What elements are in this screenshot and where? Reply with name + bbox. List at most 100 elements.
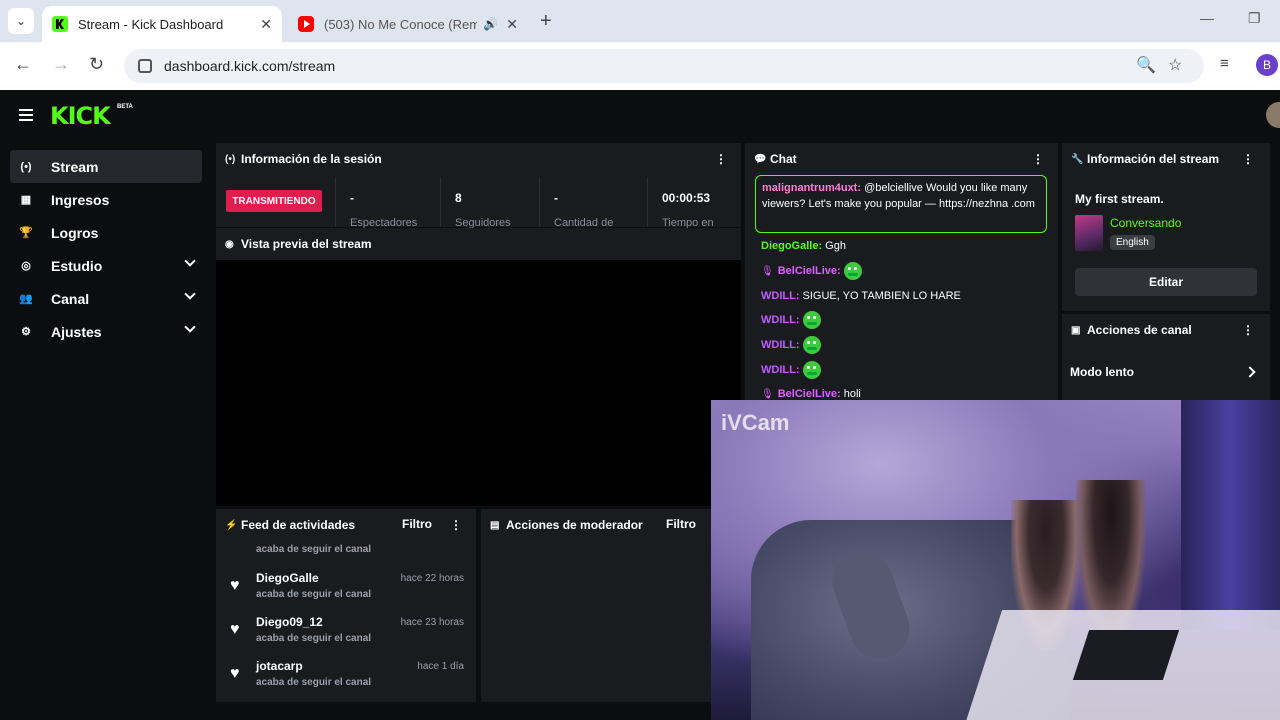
site-info-icon[interactable] — [138, 59, 152, 73]
tab-search-button[interactable]: ⌄ — [8, 8, 34, 34]
chat-username[interactable]: WDILL: — [761, 339, 799, 351]
feed-user[interactable]: DiegoGalle — [256, 571, 319, 585]
forward-icon[interactable]: → — [52, 54, 70, 75]
gear-icon: ⚙ — [21, 326, 31, 338]
chat-panel: 💬 Chat ⋮ malignantrum4uxt: @belciellive … — [745, 143, 1058, 403]
panel-header: (•) Información de la sesión — [216, 143, 741, 175]
close-tab-icon[interactable]: ✕ — [506, 16, 518, 33]
panel-title: Acciones de moderador — [506, 518, 643, 532]
profile-avatar[interactable]: B — [1256, 54, 1278, 76]
keyboard — [1072, 630, 1180, 680]
stream-preview-video[interactable] — [216, 260, 741, 506]
tab-title: (503) No Me Conoce (Remix — [324, 16, 478, 32]
activity-feed-panel: ⚡ Feed de actividades Filtro ⋮ acaba de … — [216, 509, 476, 702]
tab-youtube[interactable]: (503) No Me Conoce (Remix 🔊 ✕ — [288, 6, 528, 42]
users-icon: 👥 — [19, 293, 33, 305]
chat-username[interactable]: WDILL: — [761, 314, 799, 326]
chat-text: Ggh — [822, 240, 846, 252]
panel-header: ▤ Acciones de moderador — [481, 509, 741, 541]
chat-message: 🎙 BelCielLive: — [761, 262, 862, 280]
chat-bubble-icon: 💬 — [754, 153, 767, 165]
sidebar-item-label: Canal — [51, 290, 90, 307]
chat-username[interactable]: BelCielLive: — [778, 388, 841, 400]
user-avatar[interactable] — [1266, 102, 1280, 128]
audio-playing-icon[interactable]: 🔊 — [483, 17, 498, 31]
broadcast-icon: (•) — [225, 153, 236, 165]
chat-username[interactable]: malignantrum4uxt: — [762, 182, 861, 194]
language-badge: English — [1110, 235, 1155, 250]
chat-message: WDILL: SIGUE, YO TAMBIEN LO HARE — [761, 288, 961, 304]
minimize-icon[interactable]: — — [1200, 10, 1214, 26]
chat-username[interactable]: WDILL: — [761, 290, 799, 302]
kick-logo[interactable]: KICK — [50, 102, 111, 130]
webcam-overlay[interactable]: iVCam — [711, 400, 1280, 720]
feed-user[interactable]: jotacarp — [256, 659, 303, 673]
stat-value: 00:00:53 — [662, 191, 711, 205]
close-tab-icon[interactable]: ✕ — [260, 16, 272, 33]
sidebar-item-label: Ajustes — [51, 323, 102, 340]
youtube-favicon-icon — [298, 16, 314, 32]
filter-button[interactable]: Filtro — [666, 517, 696, 531]
panel-title: Feed de actividades — [241, 518, 356, 532]
bookmark-star-icon[interactable]: ☆ — [1168, 55, 1182, 75]
more-options-icon[interactable]: ⋮ — [715, 152, 727, 166]
studio-icon: ◎ — [21, 260, 31, 272]
feed-user[interactable]: Diego09_12 — [256, 615, 323, 629]
feed-item: ♥ Diego09_12 acaba de seguir el canal ha… — [216, 609, 476, 653]
more-options-icon[interactable]: ⋮ — [1242, 323, 1254, 337]
feed-item-partial: acaba de seguir el canal — [256, 544, 372, 555]
more-options-icon[interactable]: ⋮ — [1242, 152, 1254, 166]
tab-kick-dashboard[interactable]: Stream - Kick Dashboard ✕ — [42, 6, 282, 42]
sidebar-item-label: Estudio — [51, 257, 103, 274]
edit-button[interactable]: Editar — [1075, 268, 1257, 296]
heart-icon: ♥ — [230, 577, 240, 594]
chat-username[interactable]: DiegoGalle: — [761, 240, 822, 252]
feed-item: ♥ jotacarp acaba de seguir el canal hace… — [216, 653, 476, 697]
emote-icon — [802, 311, 821, 329]
back-icon[interactable]: ← — [14, 54, 32, 75]
sidebar-item-logros[interactable]: 🏆 Logros — [10, 216, 202, 249]
emote-icon — [802, 336, 821, 354]
reload-icon[interactable]: ↻ — [89, 54, 104, 75]
moderator-actions-panel: ▤ Acciones de moderador Filtro — [481, 509, 741, 702]
tab-title: Stream - Kick Dashboard — [78, 16, 224, 32]
address-bar[interactable]: dashboard.kick.com/stream 🔍 ☆ — [124, 49, 1204, 83]
chat-username[interactable]: BelCielLive: — [778, 265, 841, 277]
webcam-watermark: iVCam — [721, 410, 790, 435]
sidebar: (•) Stream ▦ Ingresos 🏆 Logros ◎ Estudio… — [0, 140, 212, 720]
more-options-icon[interactable]: ⋮ — [1032, 152, 1044, 166]
stream-category[interactable]: Conversando — [1110, 216, 1181, 230]
media-control-icon[interactable]: ≡ — [1220, 55, 1229, 72]
filter-button[interactable]: Filtro — [402, 517, 432, 531]
zoom-icon[interactable]: 🔍 — [1136, 55, 1156, 75]
sidebar-item-canal[interactable]: 👥 Canal — [10, 282, 202, 315]
feed-time: hace 23 horas — [400, 617, 464, 628]
panel-title: Vista previa del stream — [241, 237, 372, 251]
sidebar-item-stream[interactable]: (•) Stream — [10, 150, 202, 183]
chat-username[interactable]: WDILL: — [761, 364, 799, 376]
browser-toolbar: ← → ↻ dashboard.kick.com/stream 🔍 ☆ ≡ B — [0, 42, 1280, 90]
stat-value: - — [554, 191, 558, 205]
feed-time: hace 1 día — [417, 661, 464, 672]
more-options-icon[interactable]: ⋮ — [450, 518, 462, 532]
chat-message: WDILL: — [761, 336, 821, 354]
sidebar-item-ajustes[interactable]: ⚙ Ajustes — [10, 315, 202, 348]
chart-icon: ▦ — [20, 194, 32, 206]
stat-time: 00:00:53 Tiempo en — [647, 177, 741, 229]
pinned-message[interactable]: malignantrum4uxt: @belciellive Would you… — [755, 175, 1047, 233]
new-tab-button[interactable]: + — [540, 10, 552, 33]
feed-time: hace 22 horas — [400, 573, 464, 584]
restore-icon[interactable]: ❐ — [1248, 10, 1261, 27]
chevron-down-icon — [184, 255, 196, 267]
panel-header: ◉ Vista previa del stream — [216, 228, 741, 260]
sidebar-item-ingresos[interactable]: ▦ Ingresos — [10, 183, 202, 216]
panel-title: Información del stream — [1087, 152, 1220, 166]
camera-icon: ◉ — [225, 238, 234, 250]
hamburger-menu-icon[interactable] — [19, 109, 33, 121]
sidebar-item-estudio[interactable]: ◎ Estudio — [10, 249, 202, 282]
lightning-icon: ⚡ — [225, 519, 238, 531]
chevron-right-icon[interactable] — [1244, 366, 1256, 378]
stat-value: 8 — [455, 191, 462, 205]
slow-mode-option[interactable]: Modo lento — [1070, 365, 1134, 379]
sidebar-item-label: Logros — [51, 224, 99, 241]
